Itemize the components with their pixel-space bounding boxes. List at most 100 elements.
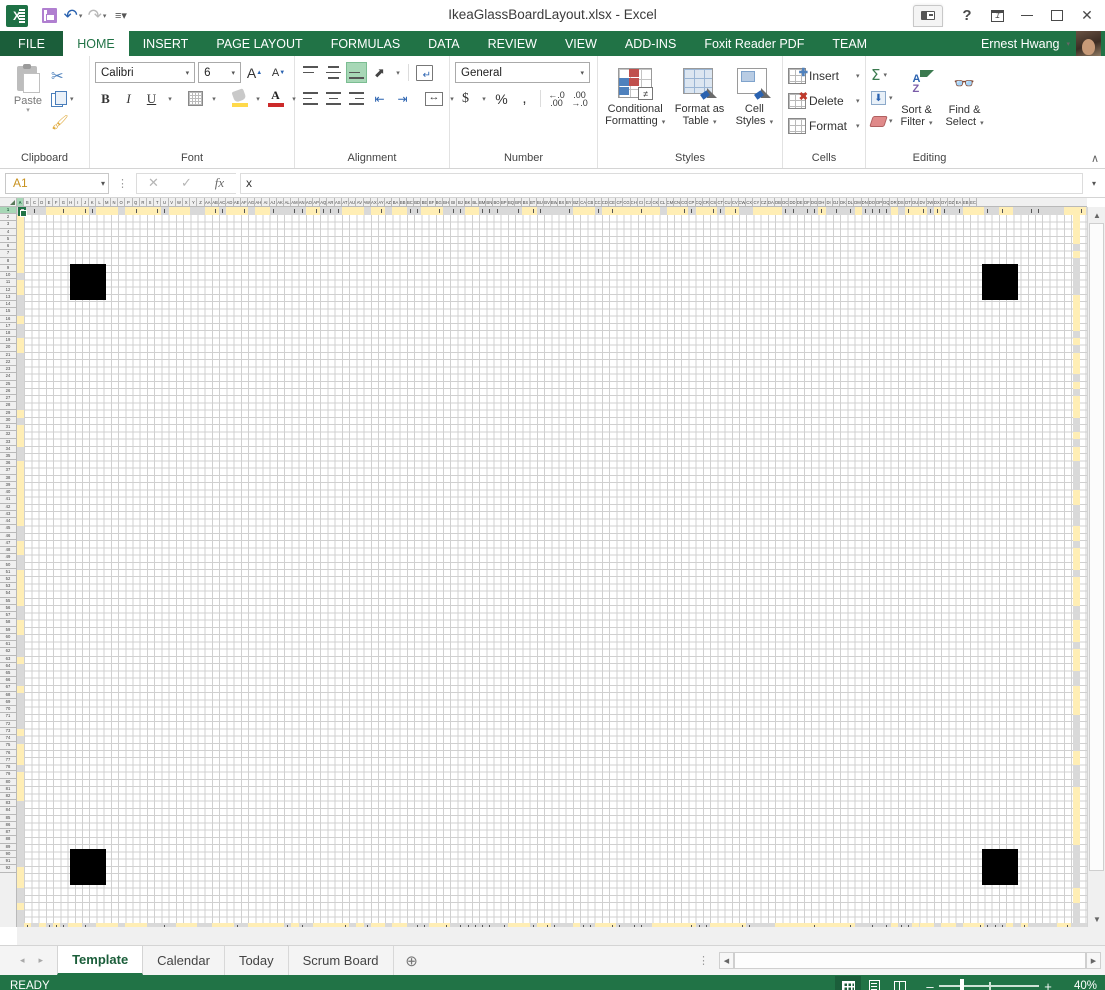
orientation-button[interactable]: ⬈ bbox=[369, 62, 390, 83]
column-header-cw[interactable]: CW bbox=[739, 198, 747, 206]
horizontal-scrollbar[interactable]: ◀ ▶ bbox=[719, 952, 1101, 969]
enter-formula-icon[interactable]: ✓ bbox=[170, 174, 203, 193]
column-header-bj[interactable]: BJ bbox=[457, 198, 465, 206]
column-header-dw[interactable]: DW bbox=[927, 198, 934, 206]
column-header-bs[interactable]: BS bbox=[522, 198, 530, 206]
expand-formula-bar-icon[interactable]: ▾ bbox=[1087, 179, 1101, 188]
tab-foxit-reader-pdf[interactable]: Foxit Reader PDF bbox=[690, 31, 818, 56]
row-header-30[interactable]: 30 bbox=[0, 417, 16, 425]
row-header-9[interactable]: 9 bbox=[0, 265, 16, 273]
row-header-16[interactable]: 16 bbox=[0, 316, 16, 323]
row-header-81[interactable]: 81 bbox=[0, 786, 16, 793]
column-header-ax[interactable]: AX bbox=[371, 198, 378, 206]
delete-cells-button[interactable]: ✖ Delete ▾ bbox=[788, 89, 860, 112]
column-header-dg[interactable]: DG bbox=[811, 198, 819, 206]
column-header-ab[interactable]: AB bbox=[212, 198, 220, 206]
column-header-dk[interactable]: DK bbox=[840, 198, 848, 206]
tab-split-handle[interactable]: ⋮ bbox=[688, 954, 719, 967]
row-header-31[interactable]: 31 bbox=[0, 424, 16, 432]
help-icon[interactable]: ? bbox=[953, 5, 981, 27]
scroll-right-icon[interactable]: ▶ bbox=[1086, 952, 1101, 969]
save-icon[interactable] bbox=[38, 5, 60, 27]
wrap-text-button[interactable] bbox=[414, 62, 435, 83]
row-header-84[interactable]: 84 bbox=[0, 807, 16, 815]
column-header-as[interactable]: AS bbox=[335, 198, 342, 206]
column-header-da[interactable]: DA bbox=[768, 198, 775, 206]
column-header-du[interactable]: DU bbox=[912, 198, 920, 206]
column-header-ar[interactable]: AR bbox=[327, 198, 335, 206]
view-page-break-button[interactable] bbox=[887, 976, 913, 990]
row-header-46[interactable]: 46 bbox=[0, 533, 16, 540]
redo-icon[interactable]: ↷ ▾ bbox=[86, 5, 108, 27]
row-header-32[interactable]: 32 bbox=[0, 431, 16, 439]
scroll-up-icon[interactable]: ▲ bbox=[1088, 207, 1105, 223]
column-header-m[interactable]: M bbox=[104, 198, 111, 206]
row-header-44[interactable]: 44 bbox=[0, 518, 16, 526]
column-header-eb[interactable]: EB bbox=[963, 198, 970, 206]
font-size-caret-icon[interactable]: ▾ bbox=[228, 69, 238, 77]
row-header-91[interactable]: 91 bbox=[0, 858, 16, 866]
column-header-bp[interactable]: BP bbox=[501, 198, 508, 206]
row-header-55[interactable]: 55 bbox=[0, 598, 16, 605]
column-header-bm[interactable]: BM bbox=[479, 198, 487, 206]
column-header-cl[interactable]: CL bbox=[659, 198, 667, 206]
fill-color-caret-icon[interactable]: ▾ bbox=[252, 88, 263, 109]
row-header-63[interactable]: 63 bbox=[0, 656, 16, 663]
column-header-df[interactable]: DF bbox=[804, 198, 812, 206]
increase-indent-icon[interactable]: ⇥ bbox=[392, 88, 413, 109]
column-header-an[interactable]: AN bbox=[299, 198, 306, 206]
black-block-bottom-right[interactable] bbox=[982, 849, 1018, 885]
column-header-cu[interactable]: CU bbox=[724, 198, 732, 206]
tab-page-layout[interactable]: PAGE LAYOUT bbox=[202, 31, 316, 56]
copy-button[interactable]: ▾ bbox=[51, 89, 74, 109]
column-header-g[interactable]: G bbox=[60, 198, 68, 206]
view-normal-button[interactable] bbox=[835, 976, 861, 990]
close-icon[interactable]: ✕ bbox=[1073, 5, 1101, 27]
row-header-26[interactable]: 26 bbox=[0, 388, 16, 396]
row-header-18[interactable]: 18 bbox=[0, 330, 16, 338]
percent-style-button[interactable]: % bbox=[491, 88, 512, 109]
minimize-icon[interactable] bbox=[1013, 5, 1041, 27]
column-header-ad[interactable]: AD bbox=[226, 198, 234, 206]
font-name-combo[interactable]: Calibri ▾ bbox=[95, 62, 196, 83]
column-header-n[interactable]: N bbox=[111, 198, 119, 206]
column-header-k[interactable]: K bbox=[89, 198, 97, 206]
scroll-down-icon[interactable]: ▼ bbox=[1088, 911, 1105, 927]
insert-function-icon[interactable]: fx bbox=[203, 174, 236, 193]
increase-decimal-button[interactable]: ←.0.00 bbox=[546, 88, 567, 109]
column-header-ay[interactable]: AY bbox=[378, 198, 386, 206]
column-header-q[interactable]: Q bbox=[133, 198, 140, 206]
column-header-dx[interactable]: DX bbox=[934, 198, 941, 206]
row-header-71[interactable]: 71 bbox=[0, 713, 16, 721]
column-header-aw[interactable]: AW bbox=[364, 198, 371, 206]
row-header-36[interactable]: 36 bbox=[0, 460, 16, 468]
row-header-13[interactable]: 13 bbox=[0, 294, 16, 302]
column-header-cb[interactable]: CB bbox=[587, 198, 595, 206]
number-format-caret-icon[interactable]: ▾ bbox=[577, 69, 587, 77]
column-header-ba[interactable]: BA bbox=[392, 198, 400, 206]
row-header-92[interactable]: 92 bbox=[0, 865, 16, 873]
column-header-ac[interactable]: AC bbox=[219, 198, 227, 206]
column-header-dt[interactable]: DT bbox=[905, 198, 913, 206]
column-header-ds[interactable]: DS bbox=[898, 198, 905, 206]
tab-home[interactable]: HOME bbox=[63, 31, 129, 56]
column-header-be[interactable]: BE bbox=[421, 198, 429, 206]
row-header-42[interactable]: 42 bbox=[0, 504, 16, 511]
column-header-c[interactable]: C bbox=[31, 198, 39, 206]
column-header-am[interactable]: AM bbox=[291, 198, 299, 206]
row-header-59[interactable]: 59 bbox=[0, 627, 16, 634]
column-header-dl[interactable]: DL bbox=[847, 198, 855, 206]
insert-cells-button[interactable]: ✚ Insert ▾ bbox=[788, 64, 860, 87]
vertical-scroll-thumb[interactable] bbox=[1089, 223, 1104, 871]
sheet-tab-scrum-board[interactable]: Scrum Board bbox=[288, 946, 394, 975]
row-header-3[interactable]: 3 bbox=[0, 221, 16, 229]
column-header-bu[interactable]: BU bbox=[537, 198, 544, 206]
row-header-40[interactable]: 40 bbox=[0, 489, 16, 497]
column-header-af[interactable]: AF bbox=[241, 198, 248, 206]
column-header-bo[interactable]: BO bbox=[493, 198, 501, 206]
column-header-do[interactable]: DO bbox=[869, 198, 877, 206]
row-header-11[interactable]: 11 bbox=[0, 279, 16, 287]
bold-button[interactable]: B bbox=[95, 88, 116, 109]
column-header-by[interactable]: BY bbox=[566, 198, 573, 206]
undo-icon[interactable]: ↶ ▾ bbox=[62, 5, 84, 27]
